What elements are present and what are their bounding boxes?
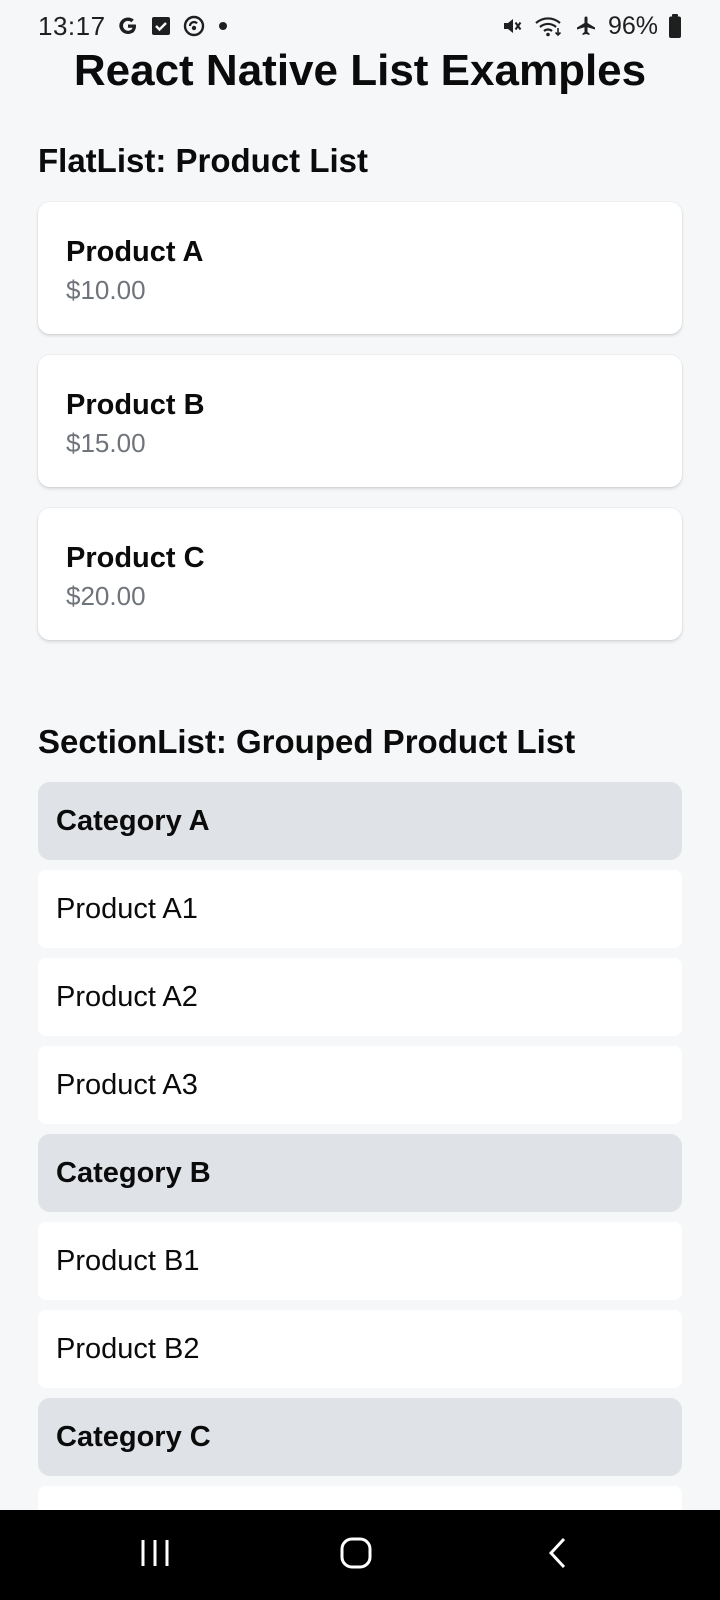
- check-square-icon: [150, 15, 172, 37]
- back-icon: [546, 1536, 570, 1575]
- status-time: 13:17: [38, 10, 106, 41]
- section-header-category-c: Category C: [38, 1398, 682, 1476]
- product-price: $15.00: [66, 428, 146, 458]
- section-header-category-b: Category B: [38, 1134, 682, 1212]
- mute-icon: [500, 14, 524, 38]
- notification-dot-icon: [216, 14, 230, 38]
- navigation-bar: [0, 1510, 720, 1600]
- back-button[interactable]: [498, 1510, 618, 1600]
- list-item[interactable]: Product B2: [38, 1310, 682, 1388]
- product-price: $20.00: [66, 581, 146, 611]
- home-icon: [339, 1536, 373, 1575]
- status-bar: 13:17 96%: [0, 0, 720, 52]
- app-content: React Native List Examples FlatList: Pro…: [0, 0, 720, 1510]
- product-name: Product C: [66, 542, 205, 574]
- refresh-badge-icon: [182, 14, 206, 38]
- home-button[interactable]: [296, 1510, 416, 1600]
- product-name: Product B: [66, 389, 205, 421]
- list-item-partial[interactable]: [38, 1486, 682, 1510]
- product-price: $10.00: [66, 275, 146, 305]
- product-card[interactable]: Product B $15.00: [38, 355, 682, 487]
- battery-icon: [668, 13, 682, 39]
- product-name: Product A: [66, 236, 204, 268]
- flatlist-title: FlatList: Product List: [38, 142, 368, 179]
- section-header-category-a: Category A: [38, 782, 682, 860]
- airplane-mode-icon: [574, 14, 598, 38]
- wifi-icon: [534, 14, 564, 38]
- battery-percentage: 96%: [607, 11, 658, 40]
- list-item[interactable]: Product A2: [38, 958, 682, 1036]
- product-card[interactable]: Product A $10.00: [38, 202, 682, 334]
- google-g-icon: [116, 14, 140, 38]
- recent-apps-button[interactable]: [95, 1510, 215, 1600]
- sectionlist-title: SectionList: Grouped Product List: [38, 723, 576, 760]
- list-item[interactable]: Product B1: [38, 1222, 682, 1300]
- list-item[interactable]: Product A1: [38, 870, 682, 948]
- product-card[interactable]: Product C $20.00: [38, 508, 682, 640]
- recent-apps-icon: [138, 1538, 172, 1573]
- list-item[interactable]: Product A3: [38, 1046, 682, 1124]
